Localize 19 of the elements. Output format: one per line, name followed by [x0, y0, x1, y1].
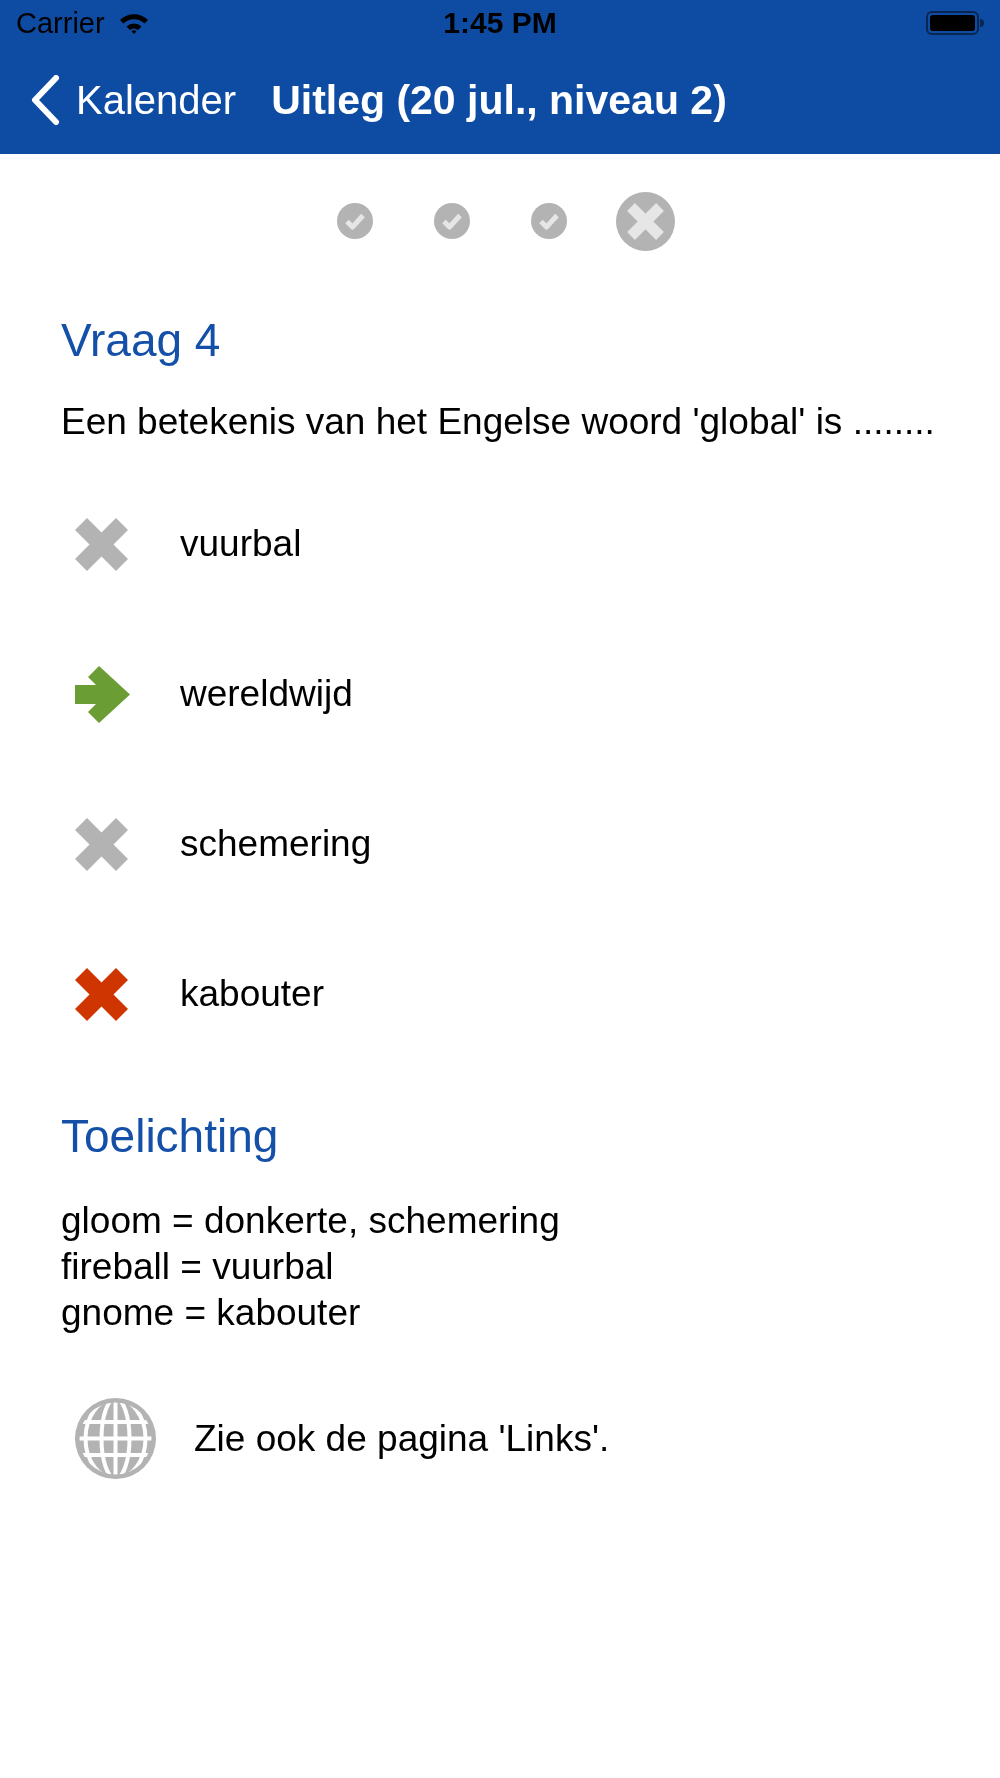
battery-icon — [926, 11, 984, 35]
globe-icon — [75, 1398, 156, 1479]
answer-option: vuurbal — [180, 522, 302, 566]
question-text: Een betekenis van het Engelse woord 'global' is ........ — [61, 400, 935, 444]
back-button[interactable]: Kalender — [30, 75, 237, 125]
answer-option: kabouter — [180, 972, 324, 1016]
answer-option: wereldwijd — [180, 672, 353, 716]
explanation-heading: Toelichting — [61, 1109, 279, 1164]
carrier-label: Carrier — [16, 8, 105, 38]
wifi-icon — [118, 12, 149, 34]
status-time: 1:45 PM — [443, 8, 557, 38]
screen-title: Uitleg (20 jul., niveau 2) — [271, 79, 727, 121]
explanation-line: gloom = donkerte, schemering — [61, 1199, 560, 1243]
answer-option: schemering — [180, 822, 372, 866]
explanation-line: fireball = vuurbal — [61, 1245, 334, 1289]
chevron-left-icon — [30, 75, 60, 125]
explanation-line: gnome = kabouter — [61, 1291, 361, 1335]
see-also-text: Zie ook de pagina 'Links'. — [194, 1416, 610, 1461]
question-heading: Vraag 4 — [61, 313, 221, 368]
